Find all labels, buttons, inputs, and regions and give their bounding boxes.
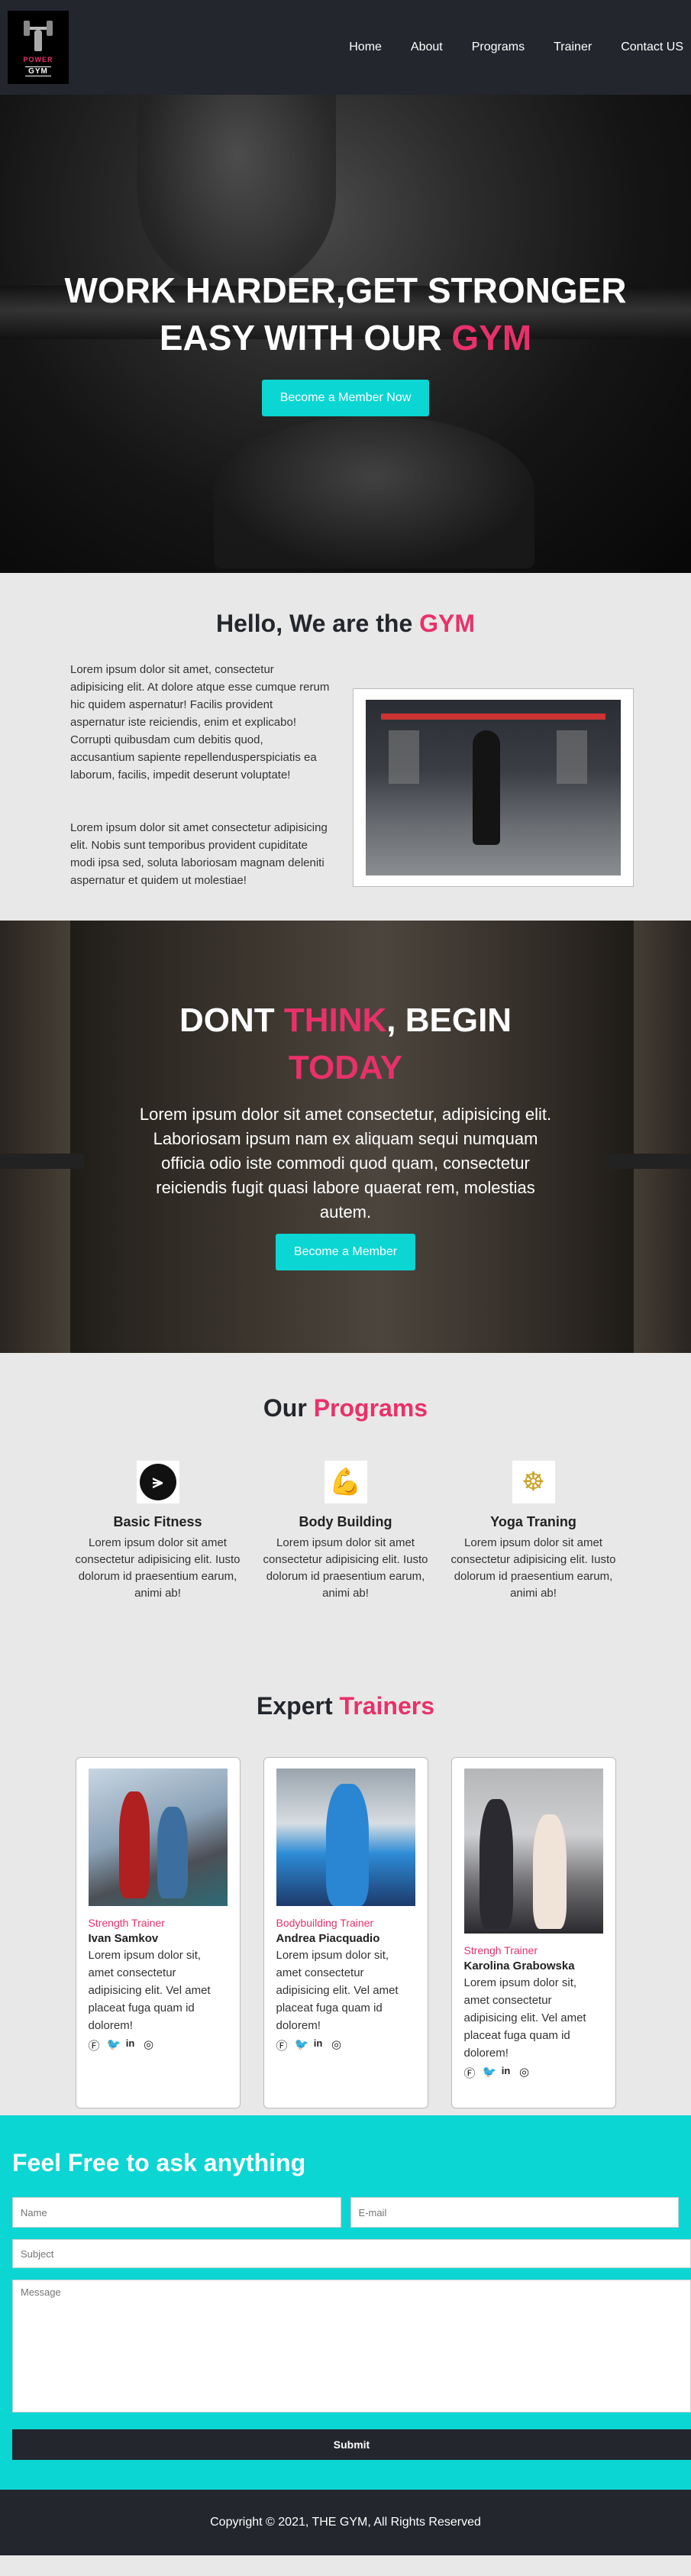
trainer-card: Strength Trainer Ivan Samkov Lorem ipsum… [75, 1757, 241, 2108]
footer: Copyright © 2021, THE GYM, All Rights Re… [0, 2490, 691, 2555]
trainer-role: Bodybuilding Trainer [276, 1917, 374, 1929]
contact-section: Feel Free to ask anything Submit [0, 2115, 691, 2490]
cta-section: DONT THINK, BEGIN TODAY Lorem ipsum dolo… [0, 921, 691, 1353]
about-title-accent: GYM [419, 610, 476, 637]
cta-heading-accent2: TODAY [288, 1049, 403, 1086]
contact-title: Feel Free to ask anything [12, 2149, 306, 2176]
trainer-socials: Ⓕ 🐦 in ◎ [89, 2037, 228, 2053]
nav-trainer[interactable]: Trainer [554, 40, 592, 54]
nav-programs[interactable]: Programs [472, 40, 525, 54]
program-desc: Lorem ipsum dolor sit amet consectetur a… [75, 1536, 241, 1600]
become-member-now-button[interactable]: Become a Member Now [261, 380, 430, 416]
bottom-strip [0, 2555, 691, 2558]
subject-input[interactable] [12, 2239, 691, 2268]
nav-about[interactable]: About [411, 40, 443, 54]
trainer-role: Strength Trainer [88, 1917, 165, 1929]
linkedin-icon[interactable]: in [313, 2037, 324, 2053]
dumbbell-icon: ⪫ [136, 1461, 179, 1503]
about-image-frame [353, 688, 634, 887]
nav-home[interactable]: Home [349, 40, 382, 54]
trainers-section: Expert Trainers Strength Trainer Ivan Sa… [0, 1657, 691, 2115]
trainer-name: Ivan Samkov [88, 1932, 159, 1945]
trainer-photo [88, 1769, 228, 1906]
program-name: Yoga Traning [490, 1514, 576, 1529]
cta-heading-part2: , BEGIN [386, 1002, 512, 1039]
email-input[interactable] [350, 2197, 679, 2228]
copyright-text: Copyright © 2021, THE GYM, All Rights Re… [210, 2516, 481, 2529]
trainer-socials: Ⓕ 🐦 in ◎ [464, 2065, 603, 2081]
navbar: POWER GYM Home About Programs Trainer Co… [0, 0, 691, 95]
hero-section: WORK HARDER,GET STRONGER EASY WITH OUR G… [0, 95, 691, 573]
programs-section: Our Programs ⪫ Basic Fitness Lorem ipsum… [0, 1353, 691, 1657]
instagram-icon[interactable]: ◎ [144, 2037, 154, 2053]
hero-heading-line2: EASY WITH OUR [159, 318, 452, 358]
trainer-desc: Lorem ipsum dolor sit, amet consectetur … [88, 1949, 211, 2032]
weightlifter-icon [24, 19, 53, 53]
trainer-photo [276, 1769, 415, 1906]
trainer-photo [463, 1769, 603, 1934]
name-input[interactable] [12, 2197, 341, 2228]
programs-title-accent: Programs [313, 1394, 428, 1422]
about-title: Hello, We are the GYM [0, 610, 691, 638]
cta-heading: DONT THINK, BEGIN TODAY [0, 997, 691, 1092]
submit-button[interactable]: Submit [12, 2429, 691, 2460]
trainer-card: Strengh Trainer Karolina Grabowska Lorem… [450, 1757, 616, 2108]
trainer-card: Bodybuilding Trainer Andrea Piacquadio L… [263, 1757, 428, 2108]
facebook-icon[interactable]: Ⓕ [464, 2065, 476, 2081]
twitter-icon[interactable]: 🐦 [483, 2065, 497, 2081]
gym-rings-photo [366, 700, 621, 875]
linkedin-icon[interactable]: in [125, 2037, 136, 2053]
trainer-name: Karolina Grabowska [463, 1960, 575, 1972]
instagram-icon[interactable]: ◎ [331, 2037, 342, 2053]
bodybuilder-icon: 💪 [324, 1461, 367, 1503]
program-card: 💪 Body Building Lorem ipsum dolor sit am… [263, 1461, 429, 1602]
program-desc: Lorem ipsum dolor sit amet consectetur a… [263, 1536, 428, 1600]
about-paragraph-2: Lorem ipsum dolor sit amet consectetur a… [70, 821, 328, 887]
about-text: Lorem ipsum dolor sit amet, consectetur … [70, 661, 330, 889]
programs-title-prefix: Our [263, 1394, 314, 1422]
cta-heading-accent: THINK [283, 1002, 387, 1039]
hero-background-shoe [214, 416, 534, 568]
hero-heading-accent: GYM [451, 318, 532, 358]
twitter-icon[interactable]: 🐦 [295, 2037, 309, 2053]
yoga-icon: ☸ [512, 1461, 555, 1503]
program-name: Basic Fitness [113, 1514, 202, 1529]
trainers-title-accent: Trainers [339, 1692, 434, 1720]
cta-heading-part1: DONT [179, 1002, 284, 1039]
hero-heading: WORK HARDER,GET STRONGER EASY WITH OUR G… [0, 267, 691, 361]
cta-text: Lorem ipsum dolor sit amet consectetur, … [139, 1105, 552, 1222]
linkedin-icon[interactable]: in [501, 2065, 512, 2081]
hero-background-hand [137, 95, 336, 293]
message-textarea[interactable] [12, 2280, 691, 2413]
programs-title: Our Programs [0, 1394, 691, 1422]
hero-heading-line1: WORK HARDER,GET STRONGER [64, 270, 627, 310]
facebook-icon[interactable]: Ⓕ [89, 2037, 100, 2053]
nav-contact[interactable]: Contact US [621, 40, 683, 54]
program-desc: Lorem ipsum dolor sit amet consectetur a… [450, 1536, 616, 1600]
instagram-icon[interactable]: ◎ [519, 2065, 530, 2081]
trainer-socials: Ⓕ 🐦 in ◎ [276, 2037, 415, 2053]
facebook-icon[interactable]: Ⓕ [276, 2037, 288, 2053]
twitter-icon[interactable]: 🐦 [107, 2037, 121, 2053]
program-card: ⪫ Basic Fitness Lorem ipsum dolor sit am… [75, 1461, 241, 1602]
trainers-title: Expert Trainers [0, 1692, 691, 1720]
trainer-desc: Lorem ipsum dolor sit, amet consectetur … [276, 1949, 399, 2032]
about-section: Hello, We are the GYM Lorem ipsum dolor … [0, 573, 691, 921]
gym-logo[interactable]: POWER GYM [8, 11, 69, 84]
nav-menu: Home About Programs Trainer Contact US [349, 40, 683, 54]
about-title-prefix: Hello, We are the [215, 610, 420, 637]
logo-text-power: POWER [23, 55, 53, 63]
become-member-button[interactable]: Become a Member [275, 1234, 416, 1270]
program-card: ☸ Yoga Traning Lorem ipsum dolor sit ame… [450, 1461, 617, 1602]
logo-text-gym: GYM [25, 66, 51, 76]
trainer-role: Strengh Trainer [463, 1944, 538, 1956]
trainer-desc: Lorem ipsum dolor sit, amet consectetur … [463, 1976, 586, 2060]
about-paragraph-1: Lorem ipsum dolor sit amet, consectetur … [70, 663, 330, 782]
program-name: Body Building [299, 1514, 392, 1529]
trainer-name: Andrea Piacquadio [276, 1932, 380, 1945]
trainers-title-prefix: Expert [257, 1692, 340, 1720]
